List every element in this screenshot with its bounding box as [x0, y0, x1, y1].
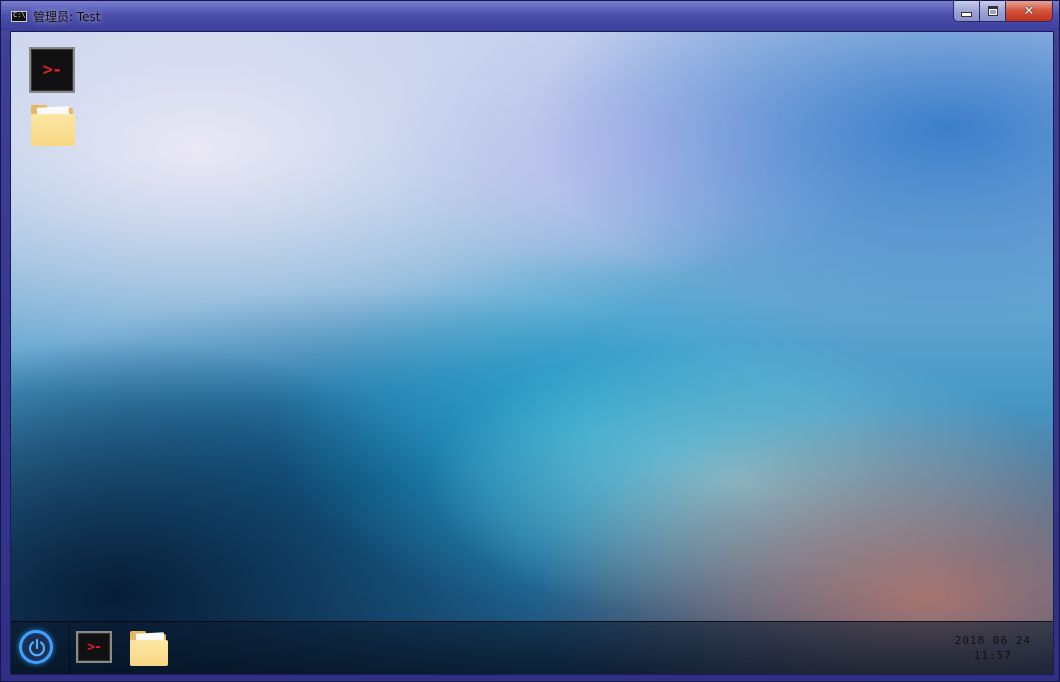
start-area [11, 622, 70, 674]
minimize-button[interactable] [954, 1, 980, 21]
desktop[interactable]: >- >- 2018 06 24 11:57 [10, 31, 1054, 675]
console-icon[interactable]: C:\ [11, 11, 27, 22]
taskbar-terminal-button[interactable]: >- [76, 631, 112, 663]
title-bar[interactable]: C:\ 管理员: Test ✕ [1, 1, 1059, 31]
console-window: C:\ 管理员: Test ✕ >- >- 2018 06 24 11:57 [0, 0, 1060, 682]
minimize-icon [961, 11, 972, 17]
power-button[interactable] [19, 630, 53, 664]
folder-front [130, 640, 168, 666]
power-icon [28, 638, 46, 657]
taskbar-folder-button[interactable] [129, 630, 169, 666]
close-button[interactable]: ✕ [1006, 1, 1052, 21]
maximize-icon [987, 6, 998, 16]
close-icon: ✕ [1023, 3, 1035, 19]
terminal-prompt-glyph: >- [87, 639, 102, 655]
desktop-folder-icon[interactable] [30, 104, 76, 150]
taskbar: >- 2018 06 24 11:57 [11, 621, 1053, 674]
clock-time: 11:57 [973, 649, 1012, 662]
clock-date: 2018 06 24 [954, 634, 1031, 647]
desktop-terminal-icon[interactable]: >- [29, 47, 75, 93]
console-icon-text: C:\ [13, 11, 26, 19]
maximize-button[interactable] [980, 1, 1006, 21]
terminal-prompt-glyph: >- [42, 60, 63, 80]
folder-front [31, 114, 75, 146]
window-controls: ✕ [953, 1, 1053, 22]
window-title: 管理员: Test [33, 10, 101, 24]
taskbar-clock[interactable]: 2018 06 24 11:57 [955, 633, 1031, 663]
